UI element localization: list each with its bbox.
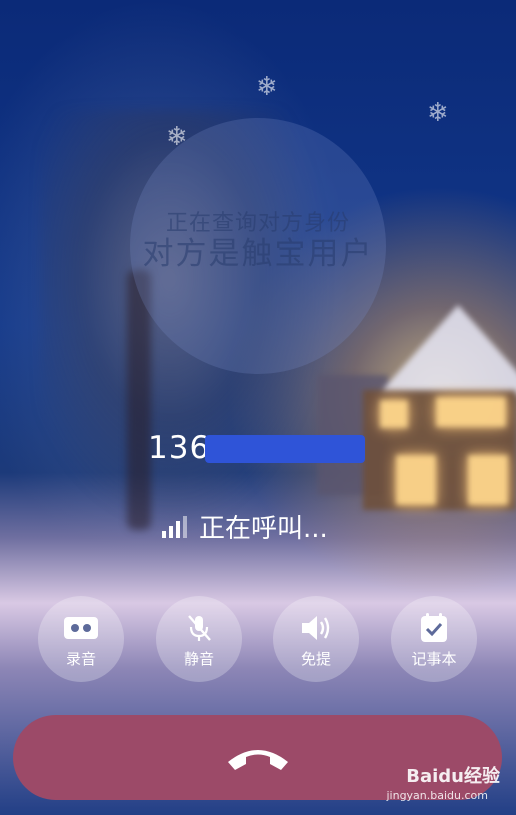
caller-user-type: 对方是触宝用户 bbox=[142, 236, 374, 272]
snowflake-icon: ❄ bbox=[427, 98, 449, 128]
number-redaction bbox=[205, 435, 365, 463]
mute-icon bbox=[188, 615, 211, 641]
speaker-icon bbox=[302, 616, 330, 640]
mute-label: 静音 bbox=[183, 650, 214, 668]
watermark-url: jingyan.baidu.com bbox=[386, 789, 488, 802]
notepad-icon bbox=[421, 613, 447, 642]
hangup-icon bbox=[227, 749, 288, 770]
signal-icon bbox=[162, 515, 187, 538]
call-status-text: 正在呼叫... bbox=[199, 514, 328, 544]
notepad-button[interactable]: 记事本 bbox=[391, 596, 477, 682]
speaker-label: 免提 bbox=[300, 650, 331, 668]
caller-number: 136 bbox=[148, 430, 211, 466]
watermark-brand: Baidu经验 bbox=[406, 766, 500, 787]
notepad-label: 记事本 bbox=[411, 650, 457, 668]
snowflake-icon: ❄ bbox=[256, 72, 278, 102]
mute-button[interactable]: 静音 bbox=[156, 596, 242, 682]
call-status: 正在呼叫... bbox=[162, 508, 328, 545]
record-button[interactable]: 录音 bbox=[38, 596, 124, 682]
speaker-button[interactable]: 免提 bbox=[273, 596, 359, 682]
record-icon bbox=[64, 617, 98, 639]
record-label: 录音 bbox=[65, 650, 96, 668]
